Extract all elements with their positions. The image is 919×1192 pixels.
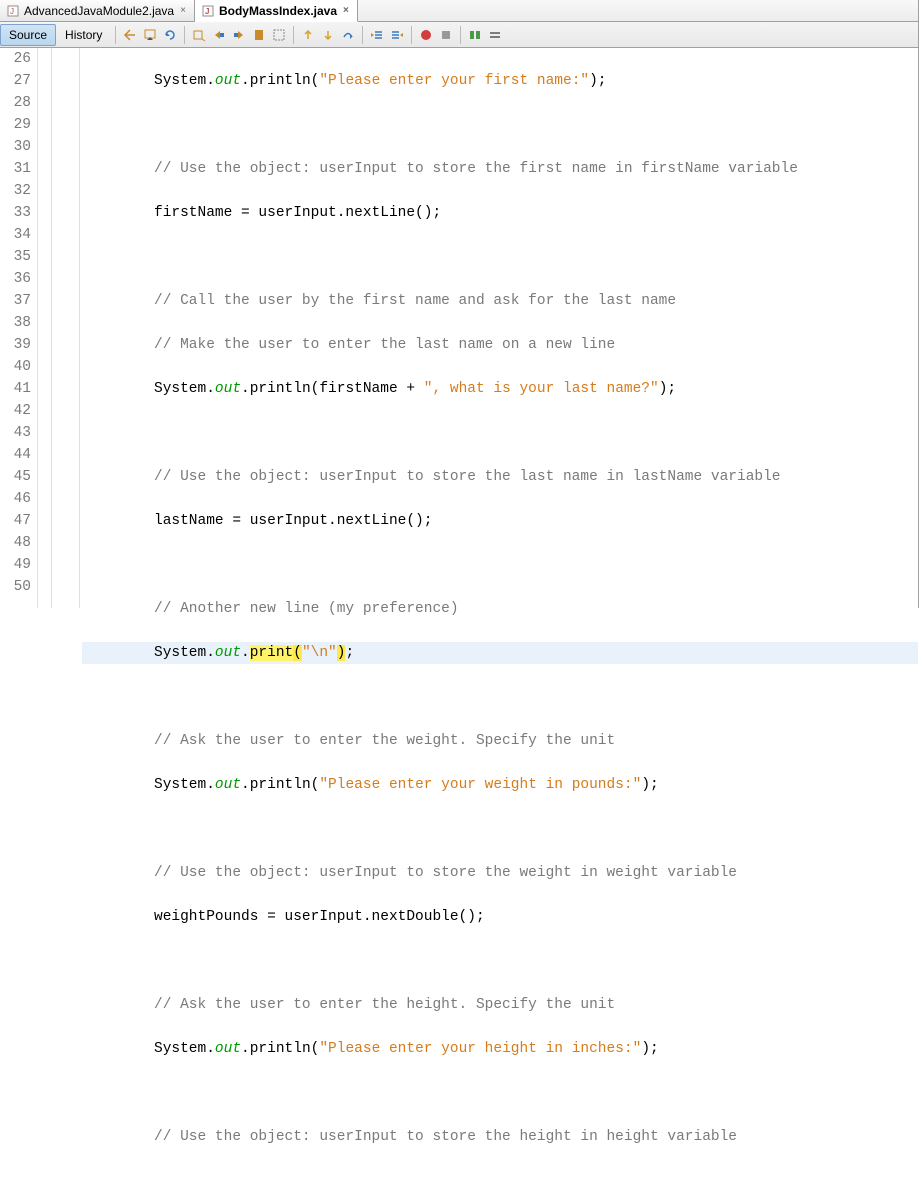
close-icon[interactable]: ×: [341, 5, 351, 16]
code-text: .println(firstName +: [241, 381, 424, 397]
record-icon[interactable]: [417, 26, 435, 44]
code-bracket: ): [337, 645, 346, 661]
code-text: ;: [345, 645, 354, 661]
code-text: .println(: [241, 73, 319, 89]
code-field: out: [215, 73, 241, 89]
code-text: );: [589, 73, 606, 89]
fold-gutter: [52, 48, 80, 608]
compare-icon[interactable]: [466, 26, 484, 44]
code-field: out: [215, 381, 241, 397]
tab-body-mass-index[interactable]: J BodyMassIndex.java ×: [195, 0, 358, 22]
code-text: System.: [154, 645, 215, 661]
nav-dropdown-icon[interactable]: [141, 26, 159, 44]
select-icon[interactable]: [270, 26, 288, 44]
code-text: .: [241, 645, 250, 661]
code-comment: // Use the object: userInput to store th…: [154, 865, 737, 881]
code-comment: // Call the user by the first name and a…: [154, 293, 676, 309]
separator: [184, 26, 185, 44]
code-text: );: [641, 777, 658, 793]
bookmark-icon[interactable]: [250, 26, 268, 44]
nav-back-icon[interactable]: [121, 26, 139, 44]
java-file-icon: J: [201, 4, 215, 18]
tab-label: AdvancedJavaModule2.java: [24, 4, 174, 18]
code-text: System.: [154, 73, 215, 89]
code-string: "\n": [302, 645, 337, 661]
svg-text:J: J: [10, 7, 14, 16]
svg-text:J: J: [205, 7, 209, 16]
code-text: System.: [154, 381, 215, 397]
find-icon[interactable]: [190, 26, 208, 44]
close-icon[interactable]: ×: [178, 5, 188, 16]
code-text: weightPounds = userInput.nextDouble();: [154, 909, 485, 925]
history-tab[interactable]: History: [56, 24, 111, 46]
code-text: System.: [154, 1041, 215, 1057]
code-field: out: [215, 645, 241, 661]
separator: [411, 26, 412, 44]
indent-right-icon[interactable]: [388, 26, 406, 44]
separator: [362, 26, 363, 44]
code-text: .println(: [241, 1041, 319, 1057]
code-method: print: [250, 645, 294, 661]
source-tab[interactable]: Source: [0, 24, 56, 46]
annotation-gutter: [38, 48, 52, 608]
java-file-icon: J: [6, 4, 20, 18]
line-numbers: 2627282930313233343536373839404142434445…: [0, 48, 38, 608]
code-editor[interactable]: 2627282930313233343536373839404142434445…: [0, 48, 918, 608]
step-over-icon[interactable]: [339, 26, 357, 44]
code-text: lastName = userInput.nextLine();: [154, 513, 432, 529]
code-comment: // Use the object: userInput to store th…: [154, 1129, 737, 1145]
code-field: out: [215, 777, 241, 793]
code-string: "Please enter your height in inches:": [319, 1041, 641, 1057]
code-text: firstName = userInput.nextLine();: [154, 205, 441, 221]
step-down-icon[interactable]: [319, 26, 337, 44]
code-text: System.: [154, 777, 215, 793]
code-comment: // Ask the user to enter the weight. Spe…: [154, 733, 615, 749]
code-comment: // Use the object: userInput to store th…: [154, 161, 798, 177]
find-prev-icon[interactable]: [210, 26, 228, 44]
stop-icon[interactable]: [437, 26, 455, 44]
code-string: "Please enter your first name:": [319, 73, 589, 89]
code-comment: // Make the user to enter the last name …: [154, 337, 615, 353]
code-bracket: (: [293, 645, 302, 661]
code-comment: // Ask the user to enter the height. Spe…: [154, 997, 615, 1013]
indent-left-icon[interactable]: [368, 26, 386, 44]
separator: [293, 26, 294, 44]
separator: [460, 26, 461, 44]
code-text: .println(: [241, 777, 319, 793]
code-string: "Please enter your weight in pounds:": [319, 777, 641, 793]
code-field: out: [215, 1041, 241, 1057]
code-comment: // Another new line (my preference): [154, 601, 459, 617]
refresh-icon[interactable]: [161, 26, 179, 44]
tab-advanced-java[interactable]: J AdvancedJavaModule2.java ×: [0, 0, 195, 21]
wrap-icon[interactable]: [486, 26, 504, 44]
find-next-icon[interactable]: [230, 26, 248, 44]
code-string: ", what is your last name?": [424, 381, 659, 397]
separator: [115, 26, 116, 44]
editor-toolbar: Source History: [0, 22, 918, 48]
code-text: );: [641, 1041, 658, 1057]
code-area[interactable]: System.out.println("Please enter your fi…: [80, 48, 918, 608]
tab-label: BodyMassIndex.java: [219, 4, 337, 18]
file-tabs: J AdvancedJavaModule2.java × J BodyMassI…: [0, 0, 918, 22]
step-up-icon[interactable]: [299, 26, 317, 44]
code-comment: // Use the object: userInput to store th…: [154, 469, 781, 485]
code-text: );: [659, 381, 676, 397]
